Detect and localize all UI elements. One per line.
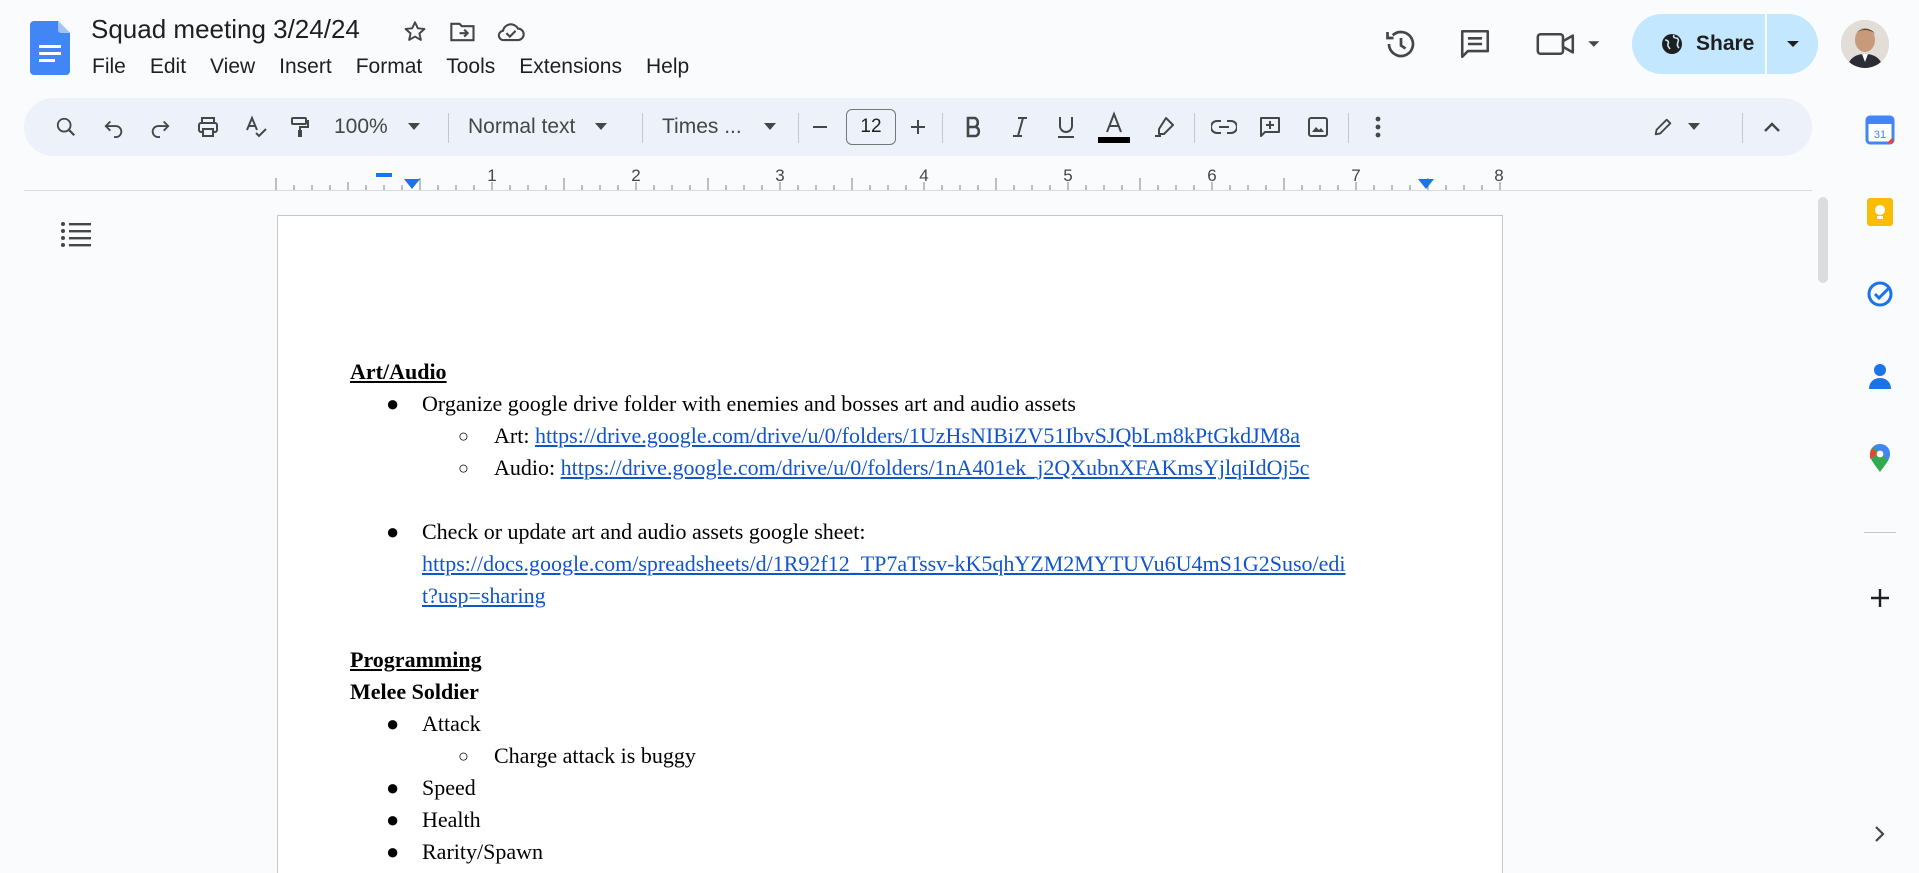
maps-icon[interactable] — [1864, 442, 1896, 474]
contacts-icon[interactable] — [1864, 360, 1896, 392]
paragraph-style-select[interactable]: Normal text — [468, 98, 636, 156]
vertical-scrollbar[interactable] — [1818, 197, 1828, 283]
font-value: Times ... — [662, 115, 742, 138]
more-options-icon[interactable] — [1358, 98, 1398, 156]
horizontal-ruler[interactable] — [275, 166, 1504, 190]
share-button[interactable]: Share — [1632, 14, 1818, 74]
subsection-heading: Melee Soldier — [350, 679, 479, 704]
spellcheck-icon[interactable] — [236, 98, 276, 156]
menu-file[interactable]: File — [80, 52, 138, 82]
redo-icon[interactable] — [140, 98, 180, 156]
svg-text:31: 31 — [1874, 129, 1886, 141]
left-indent-marker[interactable] — [404, 179, 420, 189]
list-item: Attack — [422, 711, 481, 736]
bullet-disc: ● — [386, 807, 400, 832]
caret-down-icon — [595, 123, 608, 130]
art-folder-link[interactable]: https://drive.google.com/drive/u/0/folde… — [535, 423, 1300, 448]
move-to-folder-icon[interactable] — [446, 18, 480, 46]
bullet-disc: ● — [386, 391, 400, 416]
add-comment-icon[interactable] — [1250, 98, 1290, 156]
insert-link-icon[interactable] — [1204, 98, 1244, 156]
list-item: Audio: https://drive.google.com/drive/u/… — [494, 452, 1309, 484]
globe-icon — [1662, 34, 1682, 54]
meet-icon[interactable] — [1535, 24, 1605, 64]
list-item: Charge attack is buggy — [494, 743, 696, 768]
collapse-menus-icon[interactable] — [1752, 98, 1792, 156]
italic-icon[interactable] — [1000, 98, 1040, 156]
menu-insert[interactable]: Insert — [267, 52, 344, 82]
zoom-value: 100% — [334, 115, 388, 138]
star-icon[interactable] — [398, 18, 432, 46]
bullet-disc: ● — [386, 519, 400, 544]
bullet-disc: ● — [386, 839, 400, 864]
font-size-input[interactable]: 12 — [846, 109, 896, 145]
tasks-icon[interactable] — [1864, 278, 1896, 310]
caret-down-icon — [407, 123, 420, 130]
list-item: Art: https://drive.google.com/drive/u/0/… — [494, 420, 1300, 452]
undo-icon[interactable] — [94, 98, 134, 156]
decrease-font-size-icon[interactable] — [802, 98, 838, 156]
ruler-ticks — [275, 178, 1501, 190]
right-indent-marker[interactable] — [1418, 179, 1434, 189]
document-outline-icon[interactable] — [60, 220, 92, 253]
bullet-circle: ○ — [458, 746, 469, 766]
version-history-icon[interactable] — [1381, 24, 1421, 64]
show-side-panel-icon[interactable] — [1864, 818, 1896, 850]
caret-down-icon — [763, 123, 776, 130]
text-color-icon[interactable] — [1094, 98, 1134, 156]
list-item: Organize google drive folder with enemie… — [422, 391, 1076, 416]
spreadsheet-link-continued[interactable]: t?usp=sharing — [422, 580, 546, 612]
sub-item-label: Audio: — [494, 455, 561, 480]
cloud-status-icon[interactable] — [494, 18, 528, 46]
audio-folder-link[interactable]: https://drive.google.com/drive/u/0/folde… — [561, 455, 1310, 480]
menu-tools[interactable]: Tools — [434, 52, 507, 82]
calendar-icon[interactable]: 31 — [1864, 114, 1896, 146]
avatar[interactable] — [1841, 20, 1889, 68]
bold-icon[interactable] — [954, 98, 994, 156]
document-title[interactable]: Squad meeting 3/24/24 — [91, 14, 360, 45]
menu-view[interactable]: View — [198, 52, 267, 82]
menu-extensions[interactable]: Extensions — [507, 52, 634, 82]
list-item: Check or update art and audio assets goo… — [422, 519, 866, 544]
highlight-color-icon[interactable] — [1144, 98, 1184, 156]
font-select[interactable]: Times ... — [662, 98, 802, 156]
spreadsheet-link[interactable]: https://docs.google.com/spreadsheets/d/1… — [422, 548, 1346, 580]
menu-edit[interactable]: Edit — [138, 52, 198, 82]
menu-format[interactable]: Format — [344, 52, 435, 82]
caret-down-icon — [1688, 123, 1700, 130]
zoom-select[interactable]: 100% — [334, 98, 424, 156]
side-panel: 31 — [1830, 100, 1919, 873]
bullet-disc: ● — [386, 711, 400, 736]
bullet-circle: ○ — [458, 458, 469, 478]
menu-help[interactable]: Help — [634, 52, 701, 82]
first-line-indent-marker[interactable] — [376, 173, 392, 177]
caret-down-icon — [1786, 41, 1799, 47]
list-item: Speed — [422, 775, 476, 800]
paint-format-icon[interactable] — [280, 98, 320, 156]
search-menus-icon[interactable] — [46, 98, 86, 156]
print-icon[interactable] — [188, 98, 228, 156]
get-add-ons-icon[interactable] — [1864, 582, 1896, 614]
pencil-icon — [1654, 118, 1672, 136]
paragraph-style-value: Normal text — [468, 115, 576, 138]
bullet-circle: ○ — [458, 426, 469, 446]
share-dropdown-button[interactable] — [1767, 14, 1818, 74]
keep-icon[interactable] — [1864, 196, 1896, 228]
comments-icon[interactable] — [1455, 24, 1495, 64]
section-heading: Programming — [350, 647, 482, 672]
section-heading: Art/Audio — [350, 359, 447, 384]
share-label: Share — [1696, 32, 1755, 55]
increase-font-size-icon[interactable] — [900, 98, 936, 156]
menu-bar: File Edit View Insert Format Tools Exten… — [80, 52, 701, 82]
sub-item-label: Art: — [494, 423, 535, 448]
editing-mode-select[interactable] — [1646, 98, 1706, 156]
toolbar: 100% Normal text Times ... 12 — [24, 98, 1812, 156]
list-item: Rarity/Spawn — [422, 839, 543, 864]
list-item: Health — [422, 807, 481, 832]
bullet-disc: ● — [386, 775, 400, 800]
docs-logo-icon[interactable] — [30, 21, 70, 75]
underline-icon[interactable] — [1046, 98, 1086, 156]
insert-image-icon[interactable] — [1298, 98, 1338, 156]
